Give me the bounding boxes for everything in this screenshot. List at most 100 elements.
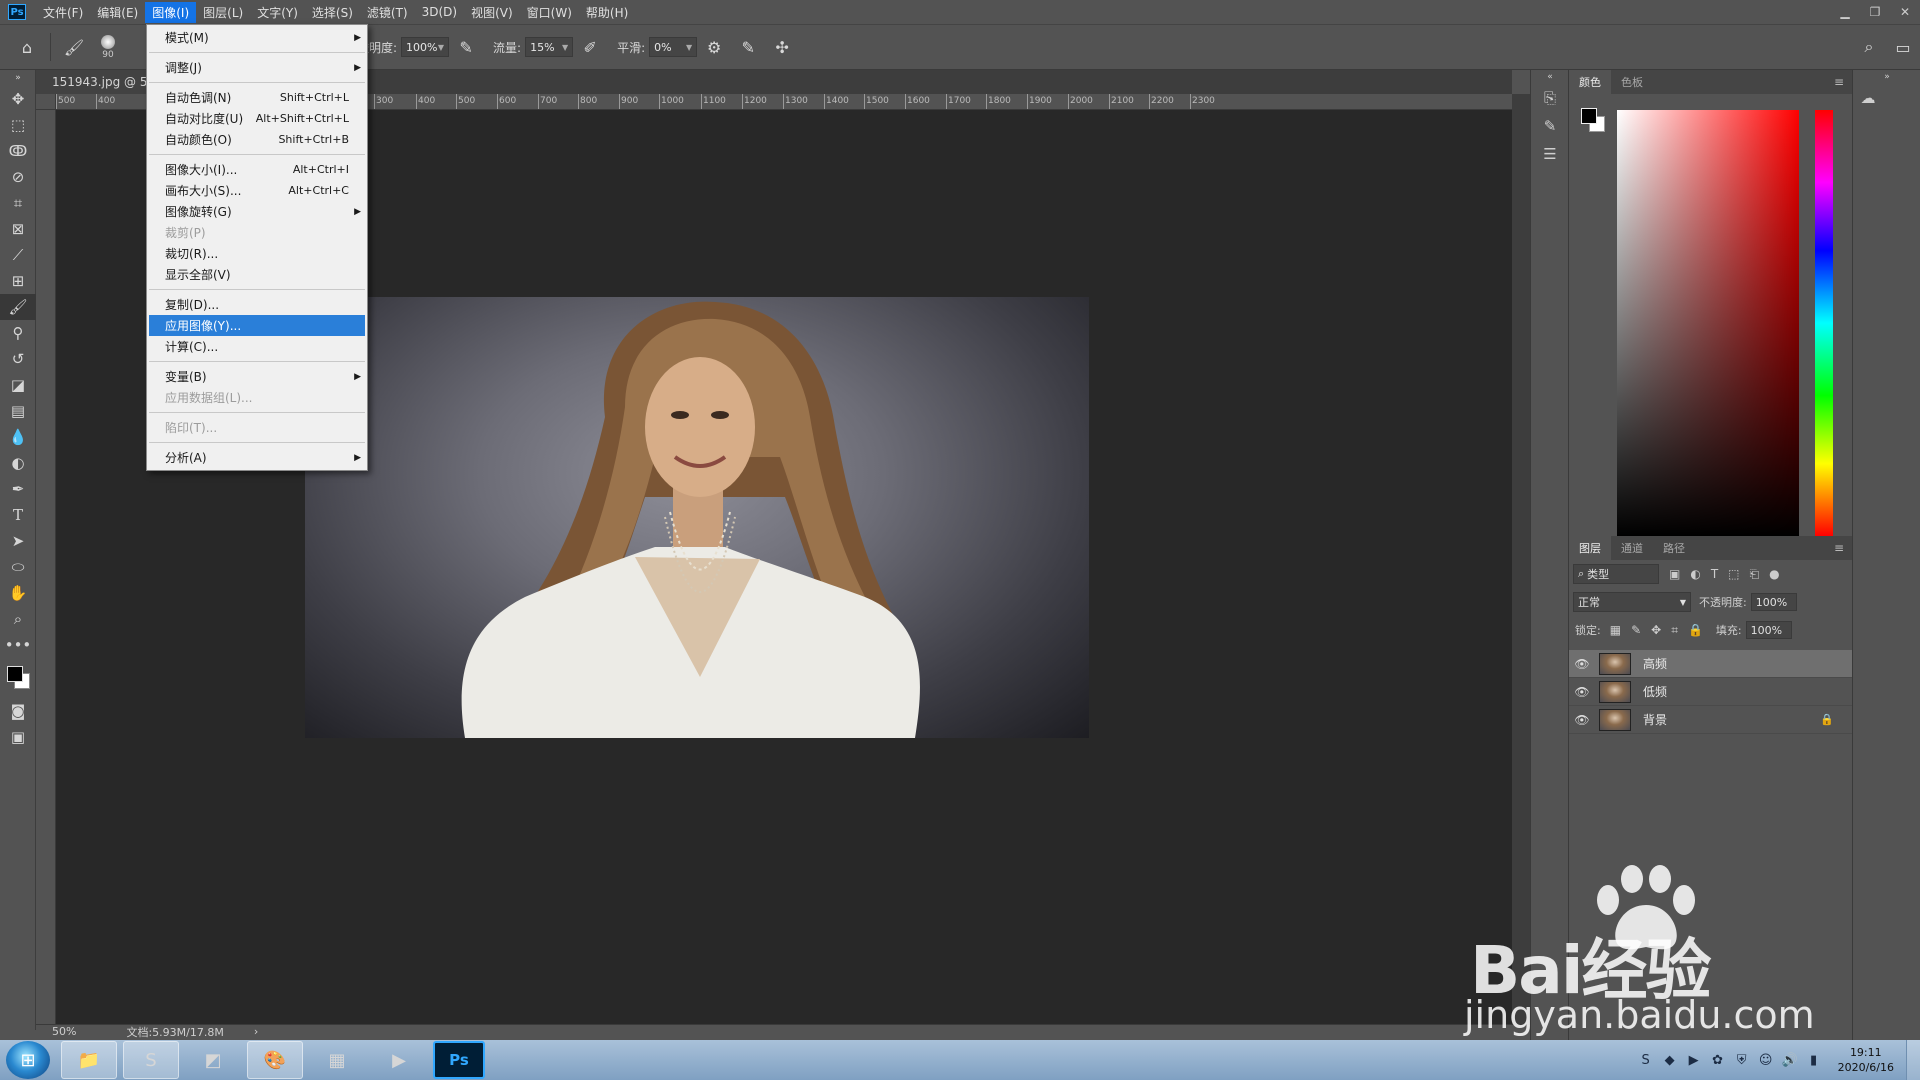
menu-edit[interactable]: 编辑(E) [90, 2, 145, 23]
screen-mode-icon[interactable]: ▣ [0, 724, 36, 750]
flow-field[interactable]: 15% ▼ [525, 37, 574, 57]
lock-position-icon[interactable]: ✥ [1651, 623, 1661, 637]
vertical-scrollbar[interactable] [1512, 94, 1530, 1024]
tab-color[interactable]: 颜色 [1569, 70, 1611, 94]
zoom-level[interactable]: 50% [52, 1025, 76, 1038]
lock-transparent-icon[interactable]: ▦ [1610, 623, 1621, 637]
layer-opacity-field[interactable]: 100% [1750, 593, 1797, 611]
image-menu-item[interactable]: 分析(A) ▶ [147, 447, 367, 468]
brush-preset-picker[interactable]: 90 [91, 30, 125, 64]
paint-icon[interactable]: 🎨 [247, 1041, 303, 1079]
image-menu-item[interactable]: 裁切(R)... [147, 243, 367, 264]
hue-slider[interactable] [1815, 110, 1833, 536]
airbrush-icon[interactable]: ✐ [577, 34, 603, 60]
image-menu-item[interactable]: 模式(M) ▶ [147, 27, 367, 48]
image-menu-item[interactable]: 计算(C)... [147, 336, 367, 357]
app-tray-icon[interactable]: ☺ [1754, 1048, 1778, 1072]
pressure-opacity-icon[interactable]: ✎ [453, 34, 479, 60]
move-tool-icon[interactable]: ✥ [0, 86, 36, 112]
lock-pixels-icon[interactable]: ✎ [1631, 623, 1641, 637]
vertical-ruler[interactable] [36, 110, 56, 1024]
tab-swatches[interactable]: 色板 [1611, 70, 1653, 94]
layer-name[interactable]: 高频 [1643, 655, 1667, 672]
hand-tool-icon[interactable]: ✋ [0, 580, 36, 606]
crop-tool-icon[interactable]: ⌗ [0, 190, 36, 216]
chevron-down-icon[interactable]: ▼ [562, 43, 568, 52]
tab-channels[interactable]: 通道 [1611, 536, 1653, 560]
image-menu-item[interactable]: 应用图像(Y)... [149, 315, 365, 336]
path-selection-tool-icon[interactable]: ➤ [0, 528, 36, 554]
sogou-input-icon[interactable]: S [123, 1041, 179, 1079]
layer-row[interactable]: 👁 背景 🔒 [1569, 706, 1852, 734]
eye-icon[interactable]: 👁 [1569, 713, 1595, 727]
sogou-tray-icon[interactable]: S [1634, 1048, 1658, 1072]
menu-view[interactable]: 视图(V) [464, 2, 520, 23]
dodge-tool-icon[interactable]: ◐ [0, 450, 36, 476]
workspace-icon[interactable]: ▭ [1890, 34, 1916, 60]
menu-file[interactable]: 文件(F) [36, 2, 90, 23]
image-menu-item[interactable]: 画布大小(S)... Alt+Ctrl+C [147, 180, 367, 201]
image-menu-item[interactable]: 复制(D)... [147, 294, 367, 315]
calculator-icon[interactable]: ▦ [309, 1041, 365, 1079]
collapse-toolbar-icon[interactable]: » [0, 70, 36, 86]
filter-toggle-icon[interactable]: ● [1769, 567, 1779, 581]
collapse-arrows-icon[interactable]: » [1853, 70, 1920, 84]
search-icon[interactable]: ⌕ [1856, 34, 1882, 60]
smart-object-filter-icon[interactable]: ⎗ [1750, 567, 1760, 582]
app-icon[interactable]: ◩ [185, 1041, 241, 1079]
smoothing-field[interactable]: 0% ▼ [649, 37, 698, 57]
brush-tool-icon[interactable]: 🖌 [0, 294, 36, 320]
close-icon[interactable]: ✕ [1890, 0, 1920, 24]
adjustments-panel-icon[interactable]: ☰ [1531, 140, 1569, 168]
history-brush-tool-icon[interactable]: ↺ [0, 346, 36, 372]
menu-help[interactable]: 帮助(H) [579, 2, 635, 23]
clone-stamp-tool-icon[interactable]: ⚲ [0, 320, 36, 346]
color-swatches[interactable] [0, 658, 36, 698]
document-info[interactable]: 文档:5.93M/17.8M [126, 1024, 223, 1040]
healing-brush-tool-icon[interactable]: ⊞ [0, 268, 36, 294]
image-menu-item[interactable]: 自动色调(N) Shift+Ctrl+L [147, 87, 367, 108]
collapse-arrows-icon[interactable]: « [1531, 70, 1569, 84]
panel-menu-icon[interactable]: ≡ [1834, 541, 1844, 555]
gear-icon[interactable]: ⚙ [701, 34, 727, 60]
app-tray-icon[interactable]: ◆ [1658, 1048, 1682, 1072]
file-explorer-icon[interactable]: 📁 [61, 1041, 117, 1079]
marquee-tool-icon[interactable]: ⬚ [0, 112, 36, 138]
menu-type[interactable]: 文字(Y) [250, 2, 305, 23]
minimize-icon[interactable]: ▁ [1830, 0, 1860, 24]
foreground-color[interactable] [1581, 108, 1597, 124]
layer-filter-select[interactable]: ⌕ 类型 [1573, 564, 1659, 584]
brush-tool-preset-icon[interactable]: 🖌 [61, 34, 87, 60]
more-tools-icon[interactable]: ••• [0, 632, 36, 658]
blur-tool-icon[interactable]: 💧 [0, 424, 36, 450]
home-icon[interactable]: ⌂ [14, 34, 40, 60]
image-menu-item[interactable]: 图像旋转(G) ▶ [147, 201, 367, 222]
symmetry-icon[interactable]: ✣ [769, 34, 795, 60]
pressure-size-icon[interactable]: ✎ [735, 34, 761, 60]
lock-artboard-icon[interactable]: ⌗ [1671, 623, 1678, 638]
video-app-icon[interactable]: ▶ [371, 1041, 427, 1079]
shield-icon[interactable]: ⛨ [1730, 1048, 1754, 1072]
layer-name[interactable]: 背景 [1643, 711, 1667, 728]
menu-filter[interactable]: 滤镜(T) [360, 2, 415, 23]
layer-row[interactable]: 👁 高频 [1569, 650, 1852, 678]
app-tray-icon[interactable]: ▶ [1682, 1048, 1706, 1072]
menu-window[interactable]: 窗口(W) [520, 2, 579, 23]
menu-select[interactable]: 选择(S) [305, 2, 360, 23]
type-tool-icon[interactable]: T [0, 502, 36, 528]
layer-name[interactable]: 低频 [1643, 683, 1667, 700]
gradient-tool-icon[interactable]: ▤ [0, 398, 36, 424]
menu-3d[interactable]: 3D(D) [415, 3, 464, 21]
fill-field[interactable]: 100% [1745, 621, 1792, 639]
menu-image[interactable]: 图像(I) [145, 1, 197, 23]
show-desktop-button[interactable] [1906, 1040, 1920, 1080]
shape-tool-icon[interactable]: ⬭ [0, 554, 36, 580]
start-button[interactable]: ⊞ [6, 1041, 50, 1079]
frame-tool-icon[interactable]: ⊠ [0, 216, 36, 242]
adjustment-filter-icon[interactable]: ◐ [1690, 567, 1700, 581]
document-image[interactable] [305, 297, 1089, 738]
eye-icon[interactable]: 👁 [1569, 685, 1595, 699]
layer-row[interactable]: 👁 低频 [1569, 678, 1852, 706]
restore-icon[interactable]: ❐ [1860, 0, 1890, 24]
photoshop-taskbar-icon[interactable]: Ps [433, 1041, 485, 1079]
